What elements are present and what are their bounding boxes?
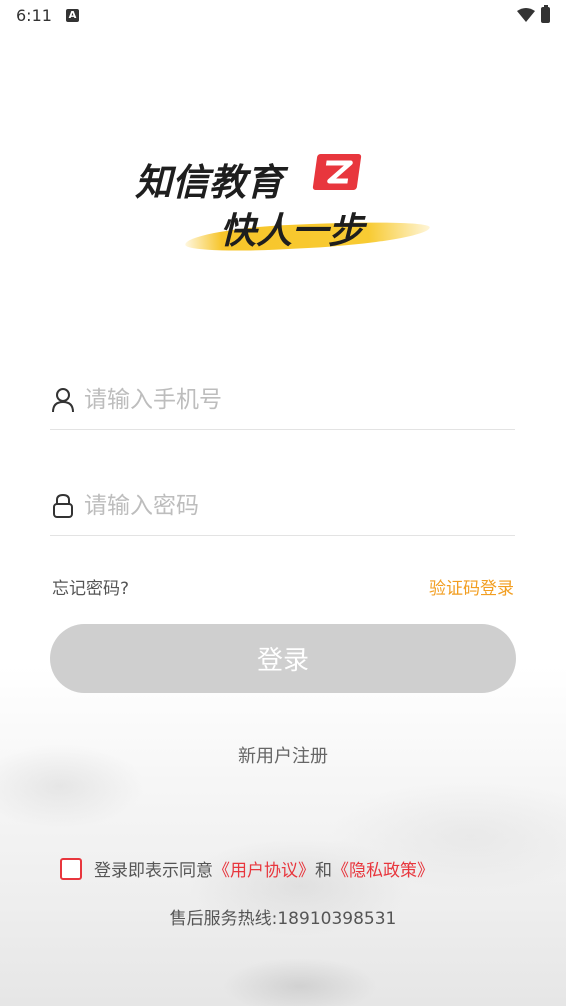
lock-icon (53, 493, 73, 518)
agreement-row: 登录即表示同意 《用户协议》 和 《隐私政策》 (60, 856, 434, 881)
status-a-icon: A (65, 8, 79, 22)
app-logo: 知信教育 快人一步 (135, 146, 435, 256)
register-link[interactable]: 新用户注册 (0, 742, 566, 768)
phone-field[interactable] (50, 370, 515, 430)
background-photo (0, 666, 566, 1006)
password-field[interactable] (50, 476, 515, 536)
password-input[interactable] (84, 492, 484, 519)
status-bar: 6:11 A (0, 0, 566, 30)
agreement-and: 和 (315, 861, 332, 881)
logo-z-icon (312, 154, 362, 190)
user-icon (52, 387, 74, 412)
sms-login-link[interactable]: 验证码登录 (429, 574, 514, 599)
logo-title: 知信教育 (135, 161, 283, 204)
agreement-checkbox[interactable] (60, 857, 82, 880)
service-hotline: 售后服务热线:18910398531 (169, 909, 397, 929)
login-button[interactable]: 登录 (50, 624, 516, 693)
battery-icon (541, 5, 550, 23)
status-right-icons (517, 5, 550, 23)
phone-input[interactable] (84, 386, 484, 413)
forgot-password-link[interactable]: 忘记密码? (52, 574, 129, 599)
wifi-icon (517, 8, 535, 22)
agreement-prefix: 登录即表示同意 (94, 861, 213, 881)
privacy-policy-link[interactable]: 《隐私政策》 (332, 856, 434, 881)
user-agreement-link[interactable]: 《用户协议》 (213, 856, 315, 881)
logo-slogan: 快人一步 (220, 211, 365, 252)
status-time: 6:11 (16, 5, 52, 25)
